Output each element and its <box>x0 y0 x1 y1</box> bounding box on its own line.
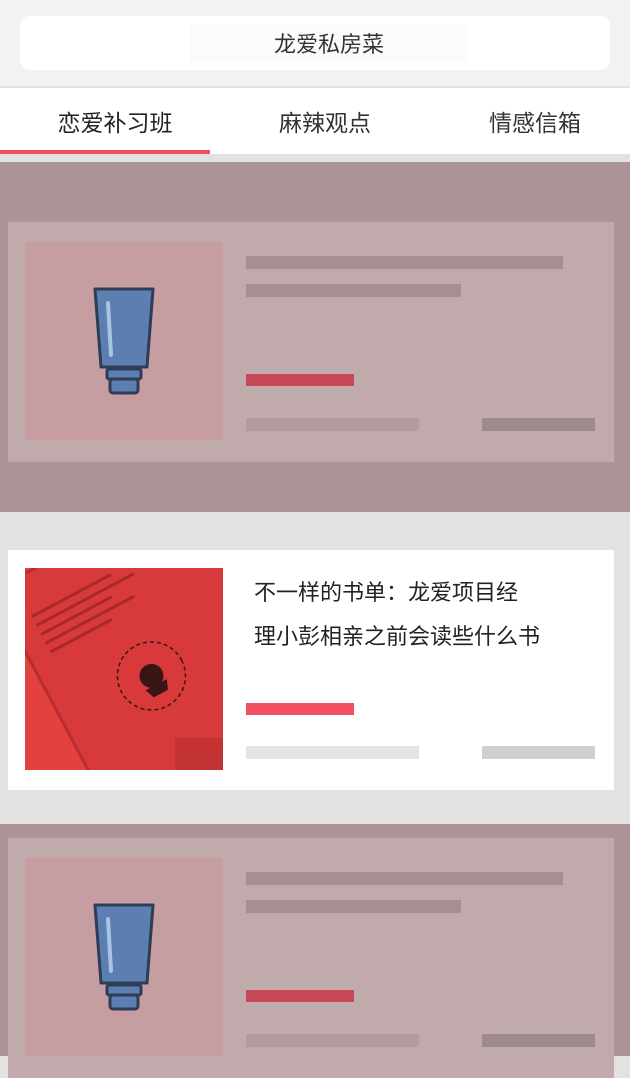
meta-placeholder-left <box>246 418 419 431</box>
article-meta-left <box>246 746 419 759</box>
active-tab-indicator <box>0 150 210 154</box>
title-placeholder-line <box>246 284 461 297</box>
tab-emotion-mailbox[interactable]: 情感信箱 <box>430 88 630 154</box>
article-tag-bar <box>246 703 354 715</box>
meta-placeholder-left <box>246 1034 419 1047</box>
red-card-photo-icon <box>25 568 223 770</box>
thumbnail-placeholder <box>25 242 223 440</box>
article-title[interactable]: 不一样的书单：龙爱项目经 理小彭相亲之前会读些什么书 <box>254 572 594 660</box>
tag-placeholder <box>246 990 354 1002</box>
article-card[interactable]: 不一样的书单：龙爱项目经 理小彭相亲之前会读些什么书 <box>8 550 614 790</box>
title-placeholder-line <box>246 872 563 885</box>
thumbnail-placeholder <box>25 858 223 1056</box>
meta-placeholder-right <box>482 1034 595 1047</box>
tag-placeholder <box>246 374 354 386</box>
title-bar: 龙爱私房菜 <box>20 16 610 70</box>
app-header: 龙爱私房菜 <box>0 0 630 86</box>
title-placeholder-line <box>246 900 461 913</box>
article-meta-right <box>482 746 595 759</box>
page-title: 龙爱私房菜 <box>190 24 468 62</box>
tab-spicy-views[interactable]: 麻辣观点 <box>220 88 430 154</box>
tube-icon <box>93 287 155 395</box>
tube-icon <box>93 903 155 1011</box>
article-card-placeholder[interactable] <box>8 222 614 462</box>
article-thumbnail <box>25 568 223 770</box>
tab-bar: 恋爱补习班 麻辣观点 情感信箱 <box>0 86 630 154</box>
meta-placeholder-right <box>482 418 595 431</box>
tab-love-class[interactable]: 恋爱补习班 <box>10 88 220 154</box>
title-placeholder-line <box>246 256 563 269</box>
article-card-placeholder[interactable] <box>8 838 614 1078</box>
